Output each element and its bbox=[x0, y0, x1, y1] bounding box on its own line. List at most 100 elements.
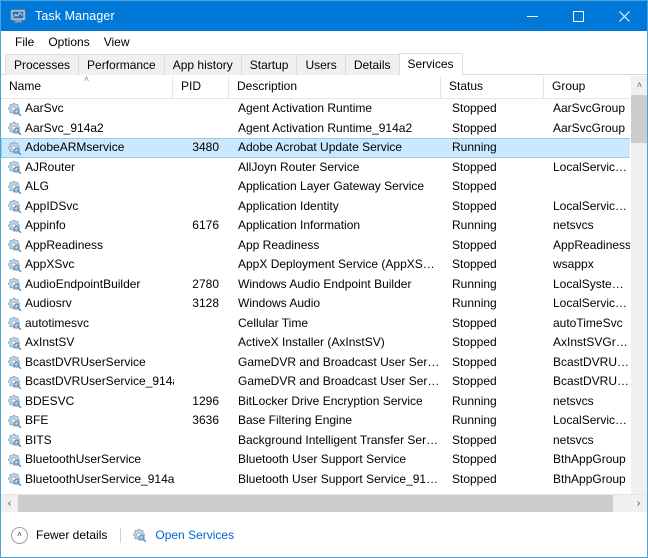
table-row[interactable]: ALG Application Layer Gateway Service Stop… bbox=[1, 177, 647, 197]
column-header-group[interactable]: Group bbox=[544, 76, 632, 98]
cell-group: LocalServiceNo… bbox=[553, 413, 633, 427]
column-header-pid-label: PID bbox=[181, 79, 202, 93]
scroll-up-icon[interactable]: ˄ bbox=[631, 76, 647, 93]
table-row[interactable]: AudioEndpointBuilder 2780 Windows Audio En… bbox=[1, 275, 647, 295]
sort-ascending-icon: ˄ bbox=[83, 76, 90, 84]
table-row[interactable]: autotimesvc Cellular Time Stopped autoTimeS… bbox=[1, 314, 647, 334]
service-name-label: Appinfo bbox=[25, 218, 66, 233]
tab-processes[interactable]: Processes bbox=[5, 54, 80, 75]
table-row[interactable]: BcastDVRUserService_914a2 GameDVR and Bro… bbox=[1, 372, 647, 392]
services-icon bbox=[7, 238, 22, 253]
tab-users[interactable]: Users bbox=[296, 54, 346, 75]
table-row[interactable]: Audiosrv 3128 Windows Audio Running LocalSer… bbox=[1, 294, 647, 314]
cell-description: Agent Activation Runtime_914a2 bbox=[238, 120, 413, 135]
cell-description: Bluetooth User Support Service bbox=[238, 452, 407, 466]
column-header-name[interactable]: ˄ Name bbox=[1, 76, 173, 98]
cell-status: Stopped bbox=[452, 374, 497, 388]
cell-status: Stopped bbox=[452, 354, 497, 369]
cell-description: Bluetooth User Support Service_914a2 bbox=[238, 471, 442, 486]
column-header-description[interactable]: Description bbox=[229, 76, 441, 98]
cell-name: BDESVC bbox=[2, 393, 174, 411]
open-services-link[interactable]: Open Services bbox=[132, 528, 234, 542]
cell-name: Audiosrv bbox=[2, 295, 174, 313]
table-row[interactable]: AppReadiness App Readiness Stopped AppReadi… bbox=[1, 236, 647, 256]
minimize-icon[interactable] bbox=[509, 1, 555, 31]
cell-description: Application Identity bbox=[238, 198, 339, 213]
table-row[interactable]: Appinfo 6176 Application Information Runnin… bbox=[1, 216, 647, 236]
maximize-icon[interactable] bbox=[555, 1, 601, 31]
horizontal-scrollbar[interactable]: ‹ › bbox=[1, 494, 647, 512]
cell-status: Running bbox=[452, 296, 497, 310]
scroll-right-icon[interactable]: › bbox=[630, 495, 647, 512]
table-row[interactable]: BluetoothUserService Bluetooth User Suppo… bbox=[1, 450, 647, 470]
cell-name: ALG bbox=[2, 178, 174, 196]
tab-performance[interactable]: Performance bbox=[78, 54, 165, 75]
cell-description: Background Intelligent Transfer Service bbox=[238, 432, 442, 447]
cell-group: BthAppGroup bbox=[553, 471, 626, 486]
cell-pid bbox=[174, 198, 230, 216]
services-icon bbox=[7, 316, 22, 331]
table-row[interactable]: BDESVC 1296 BitLocker Drive Encryption Ser… bbox=[1, 392, 647, 412]
tab-services[interactable]: Services bbox=[398, 53, 463, 75]
cell-name: autotimesvc bbox=[2, 315, 174, 333]
services-icon bbox=[7, 160, 22, 175]
vertical-scrollbar[interactable]: ˄ ˅ bbox=[630, 76, 647, 512]
table-row[interactable]: BITS Background Intelligent Transfer Serv… bbox=[1, 431, 647, 451]
vertical-scrollbar-thumb[interactable] bbox=[631, 95, 647, 143]
horizontal-scrollbar-thumb[interactable] bbox=[18, 495, 613, 512]
menu-item-view[interactable]: View bbox=[97, 33, 137, 52]
column-header-pid[interactable]: PID bbox=[173, 76, 229, 98]
cell-pid bbox=[174, 451, 230, 469]
fewer-details-button[interactable]: ˄ Fewer details bbox=[11, 526, 107, 544]
cell-pid: 1296 bbox=[192, 393, 219, 408]
cell-pid bbox=[174, 159, 230, 177]
services-icon bbox=[7, 472, 22, 487]
cell-description: AppX Deployment Service (AppXSVC) bbox=[238, 257, 442, 271]
table-row[interactable]: AppIDSvc Application Identity Stopped Local… bbox=[1, 197, 647, 217]
cell-pid: 3480 bbox=[192, 140, 219, 154]
service-name-label: AudioEndpointBuilder bbox=[25, 276, 141, 291]
table-row[interactable]: BFE 3636 Base Filtering Engine Running Local… bbox=[1, 411, 647, 431]
service-name-label: BITS bbox=[25, 432, 52, 447]
table-row[interactable]: AxInstSV ActiveX Installer (AxInstSV) Stop… bbox=[1, 333, 647, 353]
tab-app-history[interactable]: App history bbox=[163, 54, 242, 75]
cell-group: AarSvcGroup bbox=[553, 101, 626, 115]
menu-item-file[interactable]: File bbox=[8, 33, 41, 52]
table-row[interactable]: AdobeARMservice 3480 Adobe Acrobat Update … bbox=[1, 138, 647, 158]
cell-pid: 6176 bbox=[192, 218, 219, 232]
table-row[interactable]: AarSvc_914a2 Agent Activation Runtime_914… bbox=[1, 119, 647, 139]
cell-name: BFE bbox=[2, 412, 174, 430]
window-controls bbox=[509, 1, 647, 31]
table-row[interactable]: AppXSvc AppX Deployment Service (AppXSVC)… bbox=[1, 255, 647, 275]
services-icon bbox=[7, 453, 22, 467]
service-name-label: AdobeARMservice bbox=[25, 140, 125, 155]
column-header-status[interactable]: Status bbox=[441, 76, 544, 98]
cell-pid bbox=[174, 315, 230, 333]
service-rows: AarSvc Agent Activation Runtime Stopped Aar… bbox=[1, 99, 647, 489]
cell-group: AxInstSVGroup bbox=[553, 335, 633, 349]
tab-startup[interactable]: Startup bbox=[240, 54, 298, 75]
service-name-label: AppIDSvc bbox=[25, 198, 79, 213]
cell-group: LocalServiceNet… bbox=[553, 198, 633, 213]
cell-group: netsvcs bbox=[553, 218, 594, 232]
rows-viewport: AarSvc Agent Activation Runtime Stopped Aar… bbox=[1, 99, 647, 494]
tab-details[interactable]: Details bbox=[344, 54, 400, 75]
table-row[interactable]: BcastDVRUserService GameDVR and Broadcast… bbox=[1, 353, 647, 373]
cell-pid bbox=[174, 120, 230, 138]
title-bar[interactable]: Task Manager bbox=[1, 1, 647, 31]
service-name-label: autotimesvc bbox=[25, 315, 90, 330]
cell-status: Stopped bbox=[452, 315, 497, 330]
cell-description: GameDVR and Broadcast User Service bbox=[238, 354, 442, 369]
scroll-left-icon[interactable]: ‹ bbox=[1, 495, 18, 512]
cell-group: netsvcs bbox=[553, 432, 594, 447]
table-row[interactable]: AarSvc Agent Activation Runtime Stopped Aar… bbox=[1, 99, 647, 119]
services-icon bbox=[7, 394, 22, 409]
cell-description: Application Information bbox=[238, 218, 361, 232]
close-icon[interactable] bbox=[601, 1, 647, 31]
table-row[interactable]: AJRouter AllJoyn Router Service Stopped Loc… bbox=[1, 158, 647, 178]
menu-item-options[interactable]: Options bbox=[41, 33, 96, 52]
cell-pid bbox=[174, 178, 230, 196]
cell-pid: 3636 bbox=[192, 413, 219, 427]
service-name-label: AppReadiness bbox=[25, 237, 104, 252]
table-row[interactable]: BluetoothUserService_914a2 Bluetooth User… bbox=[1, 470, 647, 490]
